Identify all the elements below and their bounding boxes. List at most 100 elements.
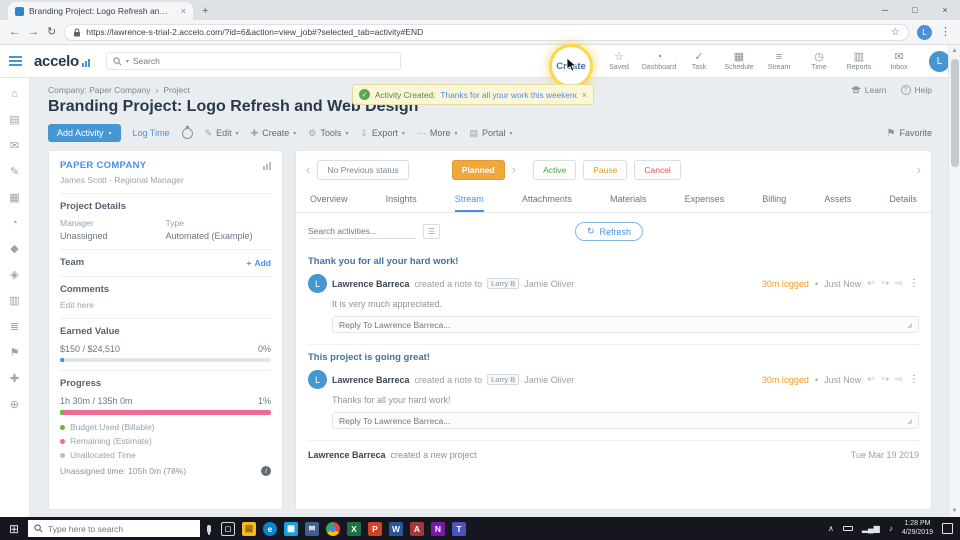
forward-icon[interactable]: → [28, 26, 39, 38]
tab-close-icon[interactable]: × [181, 6, 186, 16]
create-menu[interactable]: ✚ Create ▾ [251, 128, 297, 139]
tab-overview[interactable]: Overview [310, 187, 348, 212]
microphone-icon[interactable] [207, 524, 211, 533]
tab-attachments[interactable]: Attachments [522, 187, 572, 212]
nav-item-stream[interactable]: ≡ Stream [759, 51, 799, 71]
reply-icon[interactable]: ↩ [867, 278, 875, 289]
browser-tab[interactable]: Branding Project: Logo Refresh an… × [8, 2, 193, 20]
back-icon[interactable]: ← [9, 26, 20, 38]
tray-caret-icon[interactable]: ∧ [828, 524, 834, 533]
access-icon[interactable]: A [410, 521, 424, 536]
taskbar-search[interactable] [28, 520, 200, 537]
recipient-name[interactable]: Jamie Oliver [524, 279, 574, 289]
taskbar-search-input[interactable] [48, 523, 194, 534]
scrollbar-thumb[interactable] [951, 59, 959, 167]
export-menu[interactable]: ⇩ Export ▾ [360, 128, 405, 139]
more-options-icon[interactable]: ⋮ [909, 374, 919, 385]
nav-item-schedule[interactable]: ▦ Schedule [719, 51, 759, 71]
activities-search-input[interactable] [308, 224, 416, 239]
reply-box[interactable]: ◢ [332, 316, 919, 333]
start-button[interactable]: ⊞ [0, 522, 28, 536]
toast-link[interactable]: Thanks for all your work this weekend! [440, 90, 576, 100]
rail-add-icon[interactable]: ✚ [10, 372, 19, 385]
favorite-button[interactable]: ⚑ Favorite [887, 128, 932, 139]
resize-handle-icon[interactable]: ◢ [907, 321, 912, 329]
author-link[interactable]: Lawrence Barreca [332, 375, 410, 385]
recipient-name[interactable]: Jamie Oliver [524, 375, 574, 385]
new-tab-button[interactable]: + [202, 5, 208, 17]
teams-icon[interactable]: T [452, 521, 466, 536]
learn-link[interactable]: Learn [850, 85, 887, 95]
more-menu[interactable]: ⋯ More ▾ [417, 128, 458, 139]
rail-mail-icon[interactable]: ✉ [10, 139, 19, 152]
chrome-icon[interactable] [326, 521, 340, 536]
battery-icon[interactable] [842, 526, 853, 531]
info-icon[interactable]: i [261, 466, 271, 476]
tab-insights[interactable]: Insights [386, 187, 417, 212]
filter-icon[interactable]: ☰ [423, 224, 440, 239]
timer-icon[interactable] [181, 125, 193, 139]
powerpoint-icon[interactable]: P [368, 521, 382, 536]
author-link[interactable]: Lawrence Barreca [332, 279, 410, 289]
avatar[interactable]: L [308, 370, 327, 389]
global-search[interactable]: ▾ [105, 52, 401, 70]
avatar[interactable]: L [308, 274, 327, 293]
log-time-button[interactable]: Log Time [133, 128, 170, 138]
tab-expenses[interactable]: Expenses [685, 187, 725, 212]
rail-list-icon[interactable]: ≣ [10, 320, 19, 333]
status-active-button[interactable]: Active [533, 160, 577, 180]
more-options-icon[interactable]: ⋮ [909, 278, 919, 289]
breadcrumb-company[interactable]: Company: Paper Company [48, 85, 151, 95]
note-title[interactable]: This project is going great! [308, 352, 919, 363]
reply-all-icon[interactable]: ↪ [881, 278, 889, 289]
rail-settings-icon[interactable]: ⊕ [10, 398, 19, 411]
store-icon[interactable]: ▦ [284, 521, 298, 536]
rail-time-icon[interactable]: ◔ [11, 217, 18, 229]
resize-handle-icon[interactable]: ◢ [907, 417, 912, 425]
minimize-button[interactable]: ─ [870, 0, 900, 19]
reply-box[interactable]: ◢ [332, 412, 919, 429]
recipient-tag[interactable]: Larry B [487, 374, 520, 385]
rail-edit-icon[interactable]: ✎ [10, 165, 19, 178]
company-link[interactable]: PAPER COMPANY [60, 160, 146, 171]
accelo-logo[interactable]: accelo [34, 53, 90, 70]
rail-materials-icon[interactable]: ◈ [10, 268, 18, 281]
url-input[interactable] [86, 27, 887, 37]
rail-reports-icon[interactable]: ▥ [9, 294, 19, 307]
word-icon[interactable]: W [389, 521, 403, 536]
rail-flag-icon[interactable]: ⚑ [10, 346, 20, 359]
nav-item-dashboard[interactable]: ◔ Dashboard [639, 51, 679, 71]
forward-icon[interactable]: ⇨ [895, 278, 903, 289]
chevron-right-icon[interactable]: › [917, 163, 921, 176]
task-view-icon[interactable]: ▢ [221, 521, 235, 536]
reply-all-icon[interactable]: ↪ [881, 374, 889, 385]
reply-input[interactable] [339, 415, 907, 426]
team-add-button[interactable]: + Add [247, 258, 272, 268]
hamburger-menu-icon[interactable] [0, 45, 30, 77]
user-avatar[interactable]: L [929, 50, 950, 72]
reload-icon[interactable]: ↻ [47, 26, 56, 38]
action-center-icon[interactable] [942, 523, 953, 534]
toast-close-icon[interactable]: × [582, 90, 587, 100]
file-explorer-icon[interactable]: ▤ [242, 521, 256, 536]
edge-icon[interactable]: e [263, 521, 277, 536]
volume-icon[interactable]: ♪ [889, 524, 893, 533]
reply-input[interactable] [339, 319, 907, 330]
tab-details[interactable]: Details [889, 187, 917, 212]
nav-item-saved[interactable]: ☆ Saved [599, 51, 639, 71]
network-icon[interactable]: ▂▄▆ [862, 524, 880, 533]
maximize-button[interactable]: □ [900, 0, 930, 19]
reply-icon[interactable]: ↩ [867, 374, 875, 385]
page-scrollbar[interactable]: ▲ ▼ [948, 45, 960, 517]
browser-avatar[interactable]: L [917, 24, 932, 40]
global-search-input[interactable] [132, 56, 394, 66]
close-button[interactable]: × [930, 0, 960, 19]
nav-item-inbox[interactable]: ✉ Inbox [879, 51, 919, 71]
rail-projects-icon[interactable]: ▦ [9, 191, 19, 204]
rail-companies-icon[interactable]: ▤ [9, 113, 19, 126]
tab-billing[interactable]: Billing [762, 187, 786, 212]
comments-value[interactable]: Edit here [60, 300, 271, 310]
browser-menu-icon[interactable]: ⋮ [940, 26, 951, 38]
tab-assets[interactable]: Assets [824, 187, 851, 212]
scroll-up-icon[interactable]: ▲ [949, 48, 960, 54]
